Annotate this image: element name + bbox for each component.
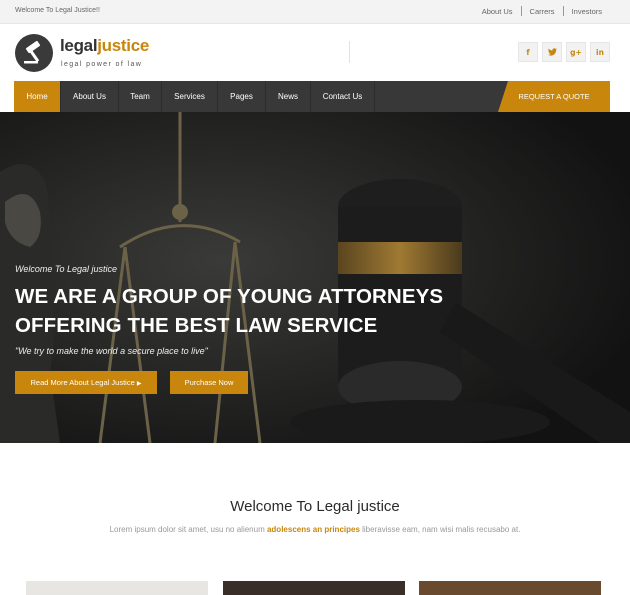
top-link-investors[interactable]: Investors	[564, 7, 610, 16]
google-plus-icon[interactable]: g+	[566, 42, 586, 62]
main-navigation: Home About Us Team Services Pages News C…	[14, 81, 610, 112]
hero-headline-line-2: OFFERING THE BEST LAW SERVICE	[15, 314, 378, 337]
logo-text-legal: legal	[60, 36, 98, 55]
hero-banner: Welcome To Legal justice WE ARE A GROUP …	[0, 112, 630, 443]
nav-item-news[interactable]: News	[266, 81, 311, 112]
facebook-icon[interactable]: f	[518, 42, 538, 62]
feature-card-image-3[interactable]	[419, 581, 601, 595]
purchase-now-button[interactable]: Purchase Now	[170, 371, 248, 394]
hero-headline-line-1: WE ARE A GROUP OF YOUNG ATTORNEYS	[15, 285, 444, 308]
nav-item-home[interactable]: Home	[14, 81, 61, 112]
nav-item-team[interactable]: Team	[119, 81, 162, 112]
top-links: About Us Carrers Investors	[474, 6, 610, 16]
nav-item-about-us[interactable]: About Us	[61, 81, 119, 112]
top-welcome-text: Welcome To Legal Justice!!	[15, 7, 100, 14]
social-links: f g+ in	[518, 42, 610, 62]
feature-card-image-1[interactable]	[26, 581, 208, 595]
site-header: legaljustice legal power of law f g+ in	[0, 24, 630, 82]
top-link-careers[interactable]: Carrers	[522, 7, 563, 16]
gavel-logo-icon[interactable]	[15, 34, 53, 72]
logo-tagline: legal power of law	[61, 61, 143, 68]
welcome-section-text: Lorem ipsum dolor sit amet, usu no alien…	[0, 525, 630, 534]
logo-text-justice: justice	[97, 36, 150, 55]
read-more-label: Read More About Legal Justice	[30, 378, 135, 387]
read-more-button[interactable]: Read More About Legal Justice ▶	[15, 371, 157, 394]
top-bar: Welcome To Legal Justice!! About Us Carr…	[0, 0, 630, 24]
welcome-text-start: Lorem ipsum dolor sit amet, usu no alien…	[109, 525, 267, 534]
hero-quote: "We try to make the world a secure place…	[15, 346, 208, 356]
welcome-section-title: Welcome To Legal justice	[230, 498, 400, 515]
nav-item-pages[interactable]: Pages	[218, 81, 266, 112]
nav-item-services[interactable]: Services	[162, 81, 218, 112]
feature-card-image-2[interactable]	[223, 581, 405, 595]
top-link-about-us[interactable]: About Us	[474, 7, 521, 16]
hero-kicker: Welcome To Legal justice	[15, 264, 118, 274]
caret-right-icon: ▶	[136, 380, 142, 387]
welcome-text-highlight: adolescens an principes	[266, 525, 360, 534]
nav-item-contact-us[interactable]: Contact Us	[311, 81, 375, 112]
linkedin-icon[interactable]: in	[590, 42, 610, 62]
twitter-icon[interactable]	[542, 42, 562, 62]
header-divider	[349, 41, 350, 63]
site-logo-text[interactable]: legaljustice	[60, 36, 149, 56]
request-quote-button[interactable]: REQUEST A QUOTE	[498, 81, 610, 112]
welcome-text-end: liberavisse eam, nam wisi malis recusabo…	[359, 525, 521, 534]
